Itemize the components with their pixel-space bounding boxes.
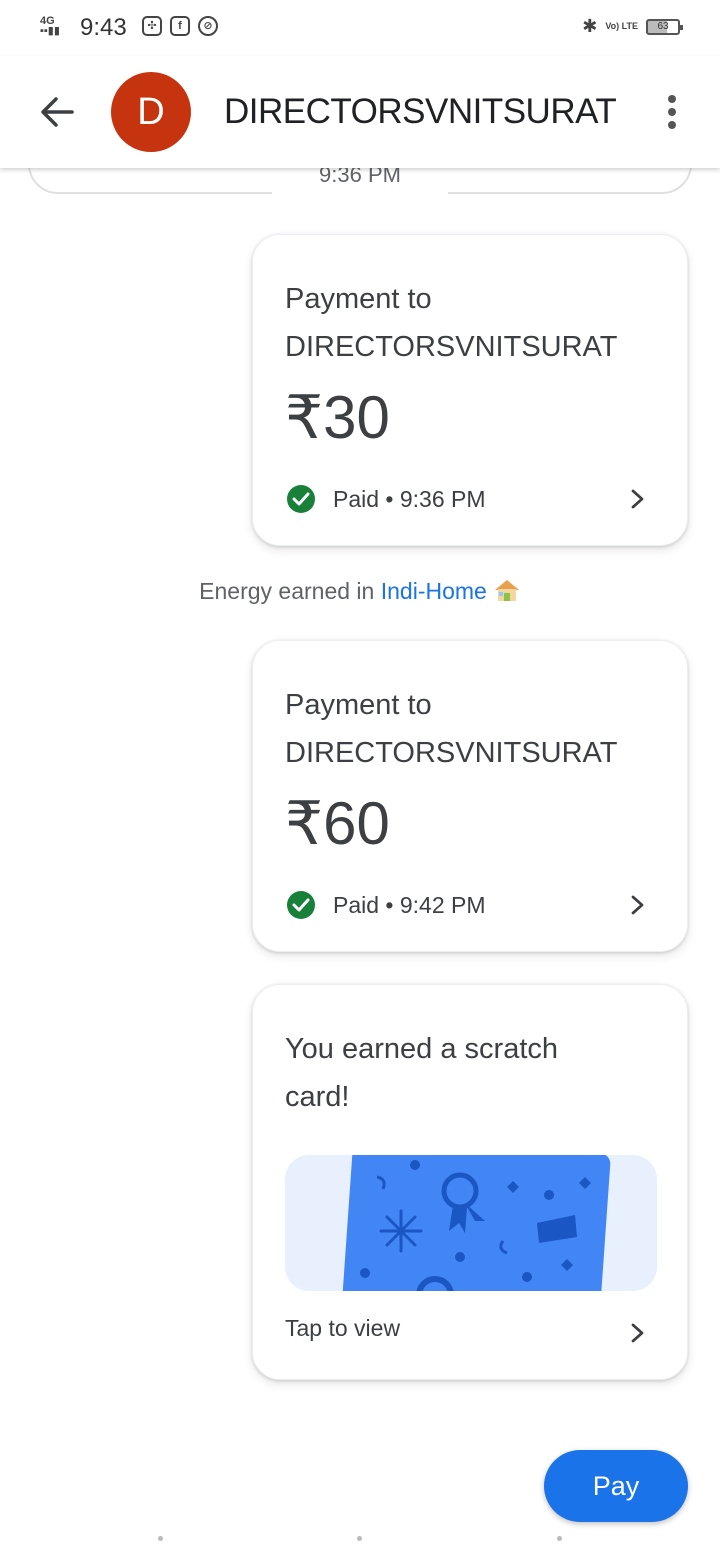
payment-status-row[interactable]: Paid • 9:36 PM bbox=[287, 483, 655, 515]
check-circle-icon bbox=[287, 891, 315, 919]
energy-note: Energy earned in Indi-Home bbox=[0, 578, 720, 605]
payment-card[interactable]: Payment to DIRECTORSVNITSURAT ₹60 Paid •… bbox=[252, 640, 688, 952]
pay-button[interactable]: Pay bbox=[544, 1450, 688, 1522]
tap-to-view-label[interactable]: Tap to view bbox=[285, 1315, 400, 1342]
scratch-card-preview[interactable] bbox=[285, 1155, 657, 1291]
scratch-card[interactable]: You earned a scratch card! Tap to view bbox=[252, 984, 688, 1380]
volte-icon: Vo) LTE bbox=[605, 21, 638, 31]
nav-dot bbox=[557, 1536, 562, 1541]
payment-heading: Payment to DIRECTORSVNITSURAT bbox=[285, 283, 618, 363]
avatar[interactable]: D bbox=[111, 72, 191, 152]
indi-home-link[interactable]: Indi-Home bbox=[381, 578, 487, 604]
status-bar: 4G ▪▪▮▮ 9:43 ✣ f ⊘ ✱ Vo) LTE 63 bbox=[0, 0, 720, 56]
nav-dot bbox=[158, 1536, 163, 1541]
page-title[interactable]: DIRECTORSVNITSURAT bbox=[224, 92, 617, 132]
payment-status-row[interactable]: Paid • 9:42 PM bbox=[287, 889, 655, 921]
bluetooth-icon: ✱ bbox=[582, 16, 598, 36]
scratch-card-image bbox=[342, 1155, 611, 1291]
payment-status: Paid • 9:36 PM bbox=[333, 486, 486, 512]
payment-card[interactable]: Payment to DIRECTORSVNITSURAT ₹30 Paid •… bbox=[252, 234, 688, 546]
chevron-right-icon[interactable] bbox=[629, 489, 647, 509]
nav-dot bbox=[357, 1536, 362, 1541]
payment-amount: ₹60 bbox=[285, 790, 390, 857]
chevron-right-icon[interactable] bbox=[629, 1323, 647, 1343]
app-bar: D DIRECTORSVNITSURAT bbox=[0, 56, 720, 168]
back-arrow-icon[interactable] bbox=[36, 92, 76, 132]
data-saver-icon: ⊘ bbox=[198, 16, 218, 36]
more-options-icon[interactable] bbox=[664, 92, 680, 132]
house-icon bbox=[494, 580, 519, 601]
payment-heading: Payment to DIRECTORSVNITSURAT bbox=[285, 689, 618, 769]
payment-status: Paid • 9:42 PM bbox=[333, 892, 486, 918]
scratch-card-heading: You earned a scratch card! bbox=[285, 1033, 559, 1113]
signal-icon: 4G ▪▪▮▮ bbox=[40, 15, 60, 37]
clock: 9:43 bbox=[80, 14, 127, 41]
battery-icon: 63 bbox=[646, 18, 683, 35]
payment-amount: ₹30 bbox=[285, 384, 390, 451]
chevron-right-icon[interactable] bbox=[629, 895, 647, 915]
check-circle-icon bbox=[287, 485, 315, 513]
facebook-icon: f bbox=[170, 16, 190, 36]
app-notification-icon: ✣ bbox=[142, 16, 162, 36]
